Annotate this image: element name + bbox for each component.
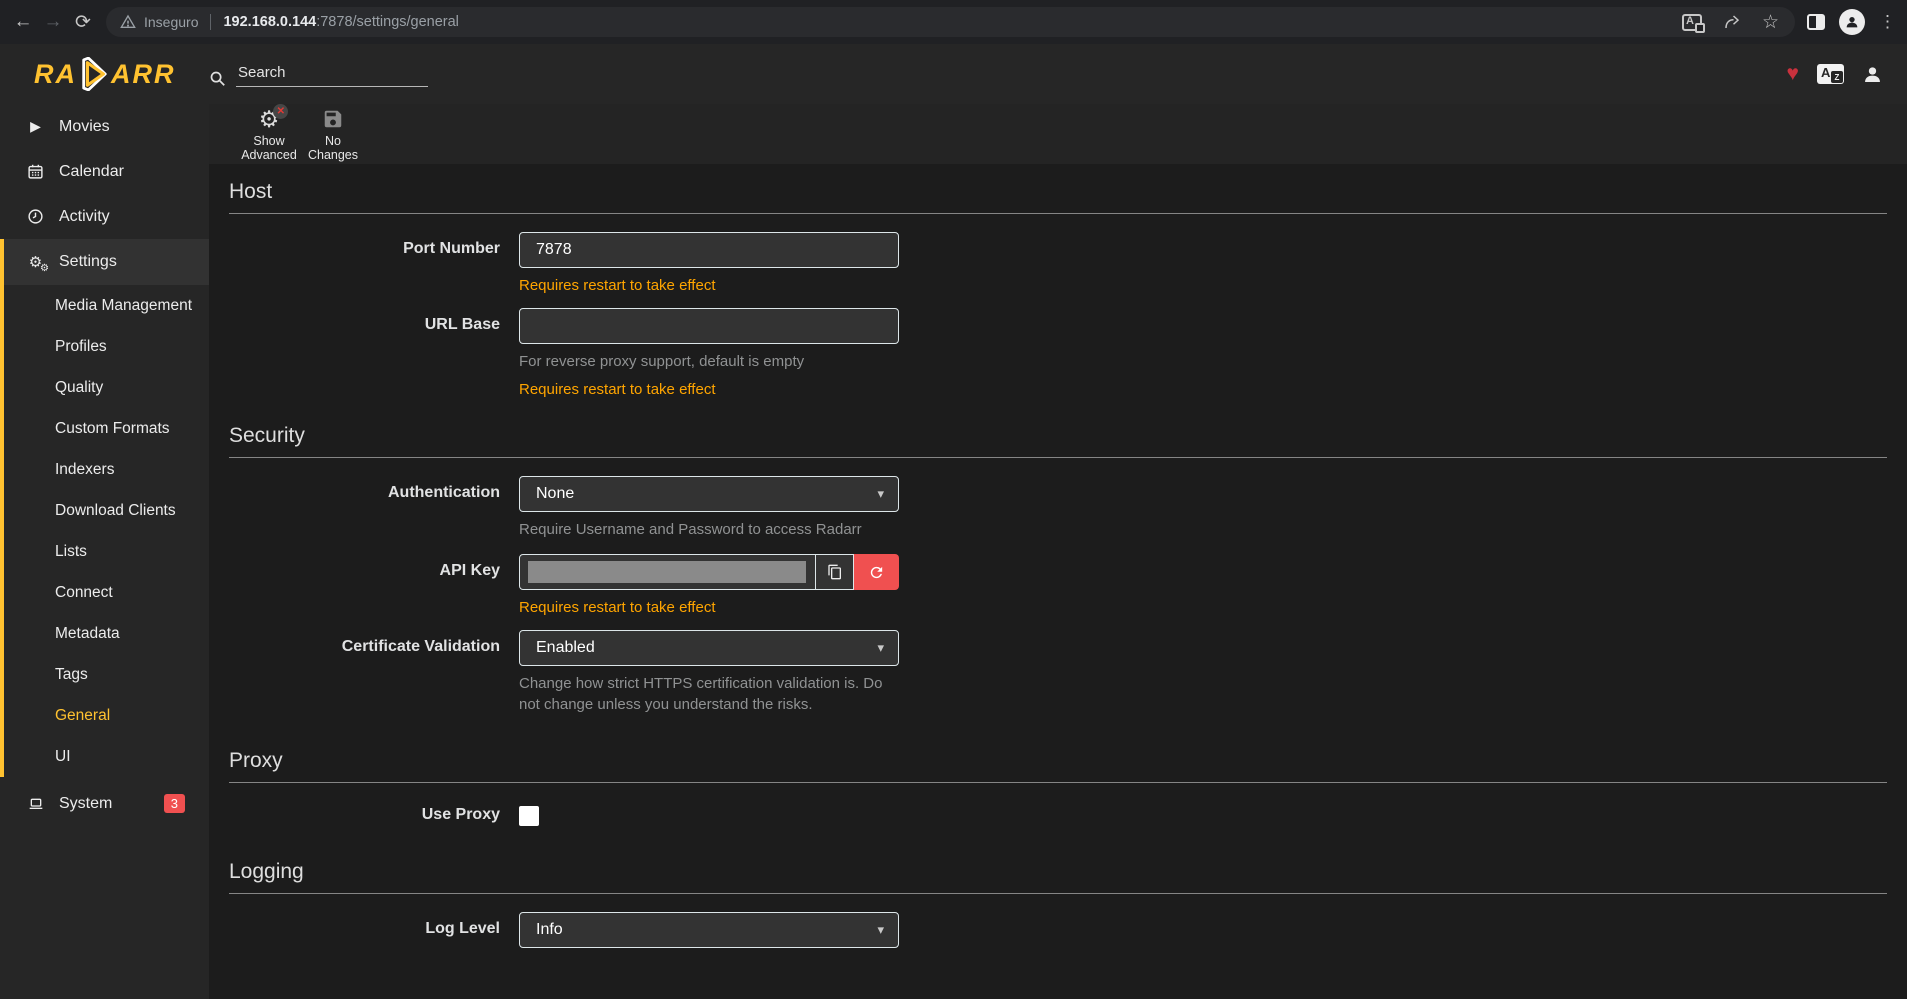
sidebar-item-ui[interactable]: UI xyxy=(4,736,209,777)
sidebar-item-lists[interactable]: Lists xyxy=(4,531,209,572)
sidebar-item-custom-formats[interactable]: Custom Formats xyxy=(4,408,209,449)
api-key-restart-warning: Requires restart to take effect xyxy=(519,599,899,616)
sidebar-item-download-clients[interactable]: Download Clients xyxy=(4,490,209,531)
log-level-row: Log Level Info ▾ xyxy=(229,912,1887,948)
laptop-icon xyxy=(26,796,45,812)
search-input[interactable] xyxy=(236,61,428,87)
sidebar-item-tags[interactable]: Tags xyxy=(4,654,209,695)
profile-person-icon xyxy=(1844,14,1860,30)
donate-heart-icon[interactable]: ♥ xyxy=(1787,62,1799,86)
url-base-label: URL Base xyxy=(229,308,500,398)
calendar-icon xyxy=(26,163,45,180)
security-status-label: Inseguro xyxy=(144,14,198,30)
api-key-label: API Key xyxy=(229,554,500,616)
certificate-validation-help: Change how strict HTTPS certification va… xyxy=(519,673,899,715)
omnibox-divider xyxy=(210,14,211,30)
url-base-row: URL Base For reverse proxy support, defa… xyxy=(229,308,1887,398)
browser-chrome: ← → ⟳ Inseguro 192.168.0.144 :7878/setti… xyxy=(0,0,1907,44)
bookmark-star-icon[interactable]: ☆ xyxy=(1762,11,1779,34)
url-base-help: For reverse proxy support, default is em… xyxy=(519,351,899,372)
play-icon: ▶ xyxy=(26,118,45,135)
sidebar-item-system[interactable]: System 3 xyxy=(0,781,209,826)
sidebar-item-general[interactable]: General xyxy=(4,695,209,736)
browser-back-button[interactable]: ← xyxy=(8,7,38,37)
user-icon[interactable] xyxy=(1862,64,1883,85)
radarr-header: RA ARR ♥ AZ xyxy=(0,44,1907,104)
api-key-input[interactable] xyxy=(519,554,816,590)
translate-page-icon[interactable]: AZ xyxy=(1817,64,1844,84)
radarr-play-icon xyxy=(79,57,109,91)
clipboard-copy-icon xyxy=(827,564,843,580)
sidebar-item-indexers[interactable]: Indexers xyxy=(4,449,209,490)
browser-forward-button[interactable]: → xyxy=(38,7,68,37)
address-bar[interactable]: Inseguro 192.168.0.144 :7878/settings/ge… xyxy=(106,7,1795,37)
radarr-logo[interactable]: RA ARR xyxy=(34,57,176,91)
chevron-down-icon: ▾ xyxy=(877,640,884,656)
section-title-host: Host xyxy=(229,180,1887,214)
authentication-help: Require Username and Password to access … xyxy=(519,519,899,540)
clock-icon xyxy=(26,208,45,225)
use-proxy-checkbox[interactable] xyxy=(519,806,539,826)
url-base-input[interactable] xyxy=(519,308,899,344)
sidebar-item-movies[interactable]: ▶ Movies xyxy=(0,104,209,149)
certificate-validation-row: Certificate Validation Enabled ▾ Change … xyxy=(229,630,1887,715)
authentication-label: Authentication xyxy=(229,476,500,540)
search-icon xyxy=(209,70,226,87)
sidebar-item-activity[interactable]: Activity xyxy=(0,194,209,239)
use-proxy-row: Use Proxy xyxy=(229,801,1887,826)
save-floppy-icon xyxy=(322,108,344,130)
sidebar-settings-group: ⚙ ⚙ Settings Media Management Profiles Q… xyxy=(0,239,209,777)
settings-general-page: ⚙ ✕ Show Advanced No Changes Host Port N… xyxy=(209,104,1907,999)
sidebar-item-metadata[interactable]: Metadata xyxy=(4,613,209,654)
log-level-label: Log Level xyxy=(229,912,500,948)
port-restart-warning: Requires restart to take effect xyxy=(519,277,899,294)
url-path: :7878/settings/general xyxy=(316,14,459,30)
translate-icon[interactable]: A xyxy=(1682,14,1702,31)
api-key-row: API Key Requires restart to take eff xyxy=(229,554,1887,616)
sidebar-item-calendar[interactable]: Calendar xyxy=(0,149,209,194)
authentication-select[interactable]: None ▾ xyxy=(519,476,899,512)
sidebar-item-settings[interactable]: ⚙ ⚙ Settings xyxy=(4,239,209,285)
system-health-badge: 3 xyxy=(164,794,185,813)
sidebar-item-profiles[interactable]: Profiles xyxy=(4,326,209,367)
browser-profile-avatar[interactable] xyxy=(1839,9,1865,35)
browser-menu-icon[interactable]: ⋮ xyxy=(1879,12,1895,32)
show-advanced-button[interactable]: ⚙ ✕ Show Advanced xyxy=(237,104,301,164)
authentication-row: Authentication None ▾ Require Username a… xyxy=(229,476,1887,540)
url-host: 192.168.0.144 xyxy=(223,14,316,30)
port-number-input[interactable] xyxy=(519,232,899,268)
search-box xyxy=(209,61,428,87)
section-title-logging: Logging xyxy=(229,860,1887,894)
sidebar-item-connect[interactable]: Connect xyxy=(4,572,209,613)
port-number-row: Port Number Requires restart to take eff… xyxy=(229,232,1887,294)
section-title-security: Security xyxy=(229,424,1887,458)
browser-reload-button[interactable]: ⟳ xyxy=(68,7,98,37)
chevron-down-icon: ▾ xyxy=(877,922,884,938)
certificate-validation-label: Certificate Validation xyxy=(229,630,500,715)
sidebar-item-quality[interactable]: Quality xyxy=(4,367,209,408)
use-proxy-label: Use Proxy xyxy=(229,801,500,826)
gears-icon: ⚙ ⚙ xyxy=(26,255,45,270)
save-changes-button[interactable]: No Changes xyxy=(301,104,365,164)
sidebar-item-media-management[interactable]: Media Management xyxy=(4,285,209,326)
log-level-select[interactable]: Info ▾ xyxy=(519,912,899,948)
port-number-label: Port Number xyxy=(229,232,500,294)
advanced-off-cross-icon: ✕ xyxy=(273,104,288,119)
not-secure-warning-icon xyxy=(120,14,136,30)
share-icon[interactable] xyxy=(1722,13,1742,31)
settings-scroll-area[interactable]: Host Port Number Requires restart to tak… xyxy=(209,164,1907,999)
refresh-icon xyxy=(868,564,885,581)
sidebar: ▶ Movies Calendar Activity ⚙ ⚙ Settings xyxy=(0,104,209,999)
section-title-proxy: Proxy xyxy=(229,749,1887,783)
certificate-validation-select[interactable]: Enabled ▾ xyxy=(519,630,899,666)
side-panel-icon[interactable] xyxy=(1807,14,1825,30)
regenerate-api-key-button[interactable] xyxy=(854,554,899,590)
api-key-redacted-value xyxy=(528,561,806,583)
url-base-restart-warning: Requires restart to take effect xyxy=(519,381,899,398)
copy-api-key-button[interactable] xyxy=(816,554,854,590)
chevron-down-icon: ▾ xyxy=(877,486,884,502)
page-toolbar: ⚙ ✕ Show Advanced No Changes xyxy=(209,104,1907,164)
